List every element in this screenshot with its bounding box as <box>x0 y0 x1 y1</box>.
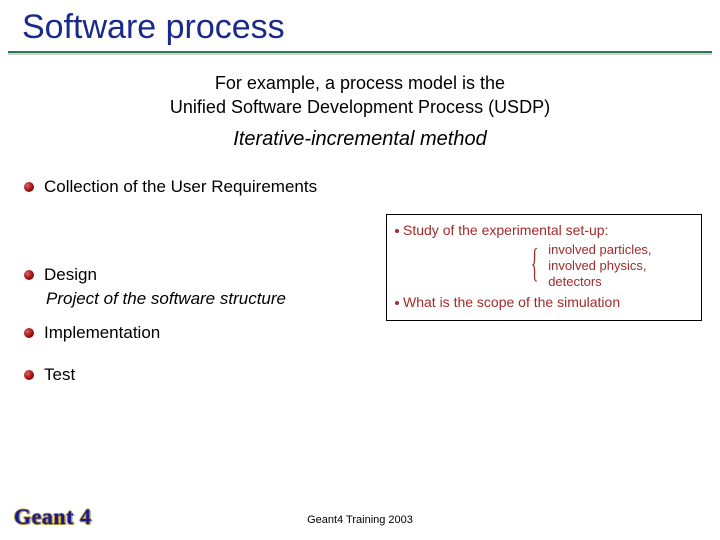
box-sub-item: involved physics, <box>548 258 651 274</box>
brace-icon: { <box>531 242 539 291</box>
page-title: Software process <box>0 0 720 51</box>
bullet-dot-icon <box>395 301 399 305</box>
list-item: Implementation <box>24 323 720 343</box>
bullet-text: Design <box>44 265 97 285</box>
bullet-icon <box>24 182 34 192</box>
bullet-dot-icon <box>395 229 399 233</box>
box-sub-item: involved particles, <box>548 242 651 258</box>
box-line-text: Study of the experimental set-up: <box>403 222 608 238</box>
subtitle: Iterative-incremental method <box>0 128 720 151</box>
footer-logo: Geant 4 <box>14 504 91 530</box>
box-sub-wrap: { involved particles, involved physics, … <box>395 242 693 291</box>
intro-line-1: For example, a process model is the <box>215 73 505 93</box>
list-item: Test <box>24 365 720 385</box>
footer-text: Geant4 Training 2003 <box>307 514 413 526</box>
intro-line-2: Unified Software Development Process (US… <box>170 97 550 117</box>
callout-box: Study of the experimental set-up: { invo… <box>386 214 702 321</box>
box-line: What is the scope of the simulation <box>395 293 693 312</box>
box-line-text: What is the scope of the simulation <box>403 294 620 310</box>
bullet-text: Implementation <box>44 323 160 343</box>
bullet-text: Test <box>44 365 75 385</box>
title-rule <box>8 51 712 53</box>
intro-text: For example, a process model is the Unif… <box>54 71 666 120</box>
bullet-icon <box>24 370 34 380</box>
bullet-text: Collection of the User Requirements <box>44 177 317 197</box>
box-sub-list: involved particles, involved physics, de… <box>548 242 651 291</box>
box-sub-item: detectors <box>548 274 651 290</box>
bullet-icon <box>24 328 34 338</box>
list-item: Collection of the User Requirements <box>24 177 720 197</box>
bullet-icon <box>24 270 34 280</box>
box-line: Study of the experimental set-up: <box>395 221 693 240</box>
